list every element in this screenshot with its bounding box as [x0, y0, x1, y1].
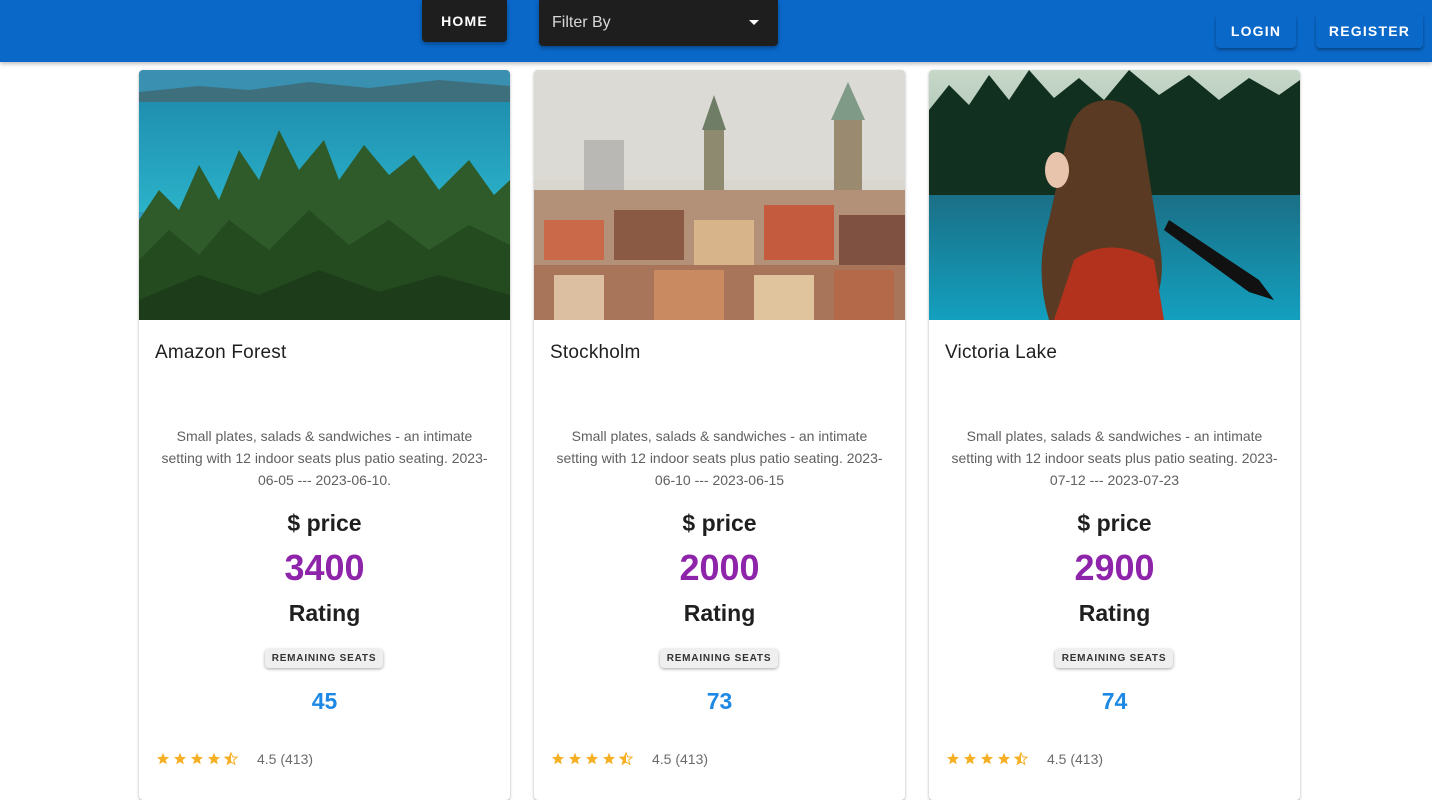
remaining-seats-value: 73 [706, 688, 733, 714]
remaining-seats-value: 74 [1101, 688, 1128, 714]
star-rating[interactable] [551, 750, 636, 768]
dropdown-caret-icon [749, 20, 759, 25]
star-full-icon[interactable] [997, 752, 1014, 766]
card-description: Small plates, salads & sandwiches - an i… [556, 428, 883, 488]
rating-text: 4.5 (413) [1047, 751, 1104, 767]
filter-by-select[interactable]: Filter By [539, 0, 778, 46]
star-half-icon[interactable] [224, 752, 241, 766]
rating-text: 4.5 (413) [257, 751, 314, 767]
card-description: Small plates, salads & sandwiches - an i… [161, 428, 488, 488]
star-full-icon[interactable] [963, 752, 980, 766]
remaining-seats-button[interactable]: REMAINING SEATS [1055, 649, 1173, 668]
rating-label: Rating [1078, 600, 1151, 626]
star-half-icon[interactable] [619, 752, 636, 766]
rating-text: 4.5 (413) [652, 751, 709, 767]
rating-label: Rating [288, 600, 361, 626]
card-image-forest [139, 70, 510, 320]
trip-card-amazon-forest[interactable]: Amazon Forest Small plates, salads & san… [139, 70, 510, 800]
card-title: Victoria Lake [945, 342, 1058, 363]
remaining-seats-button[interactable]: REMAINING SEATS [660, 649, 778, 668]
home-button[interactable]: HOME [422, 0, 507, 42]
card-title: Stockholm [550, 342, 641, 363]
star-full-icon[interactable] [946, 752, 963, 766]
price-value: 2000 [679, 547, 760, 588]
price-label: $ price [1077, 510, 1152, 536]
star-full-icon[interactable] [980, 752, 997, 766]
star-full-icon[interactable] [156, 752, 173, 766]
card-description: Small plates, salads & sandwiches - an i… [951, 428, 1278, 488]
app-bar: HOME Filter By LOGIN REGISTER [0, 0, 1432, 62]
star-full-icon[interactable] [568, 752, 585, 766]
trip-card-victoria-lake[interactable]: Victoria Lake Small plates, salads & san… [929, 70, 1300, 800]
card-image-canoe [929, 70, 1300, 320]
card-title: Amazon Forest [155, 342, 287, 363]
star-half-icon[interactable] [1014, 752, 1031, 766]
login-button[interactable]: LOGIN [1216, 14, 1296, 48]
price-label: $ price [682, 510, 757, 536]
star-full-icon[interactable] [585, 752, 602, 766]
star-full-icon[interactable] [602, 752, 619, 766]
price-label: $ price [287, 510, 362, 536]
star-rating[interactable] [156, 750, 241, 768]
star-full-icon[interactable] [173, 752, 190, 766]
filter-by-label: Filter By [552, 14, 611, 31]
trip-card-stockholm[interactable]: Stockholm Small plates, salads & sandwic… [534, 70, 905, 800]
card-image-city [534, 70, 905, 320]
remaining-seats-button[interactable]: REMAINING SEATS [265, 649, 383, 668]
remaining-seats-value: 45 [311, 688, 338, 714]
star-full-icon[interactable] [190, 752, 207, 766]
register-button[interactable]: REGISTER [1316, 14, 1423, 48]
price-value: 2900 [1074, 547, 1155, 588]
star-full-icon[interactable] [551, 752, 568, 766]
rating-label: Rating [683, 600, 756, 626]
price-value: 3400 [284, 547, 365, 588]
star-full-icon[interactable] [207, 752, 224, 766]
star-rating[interactable] [946, 750, 1031, 768]
